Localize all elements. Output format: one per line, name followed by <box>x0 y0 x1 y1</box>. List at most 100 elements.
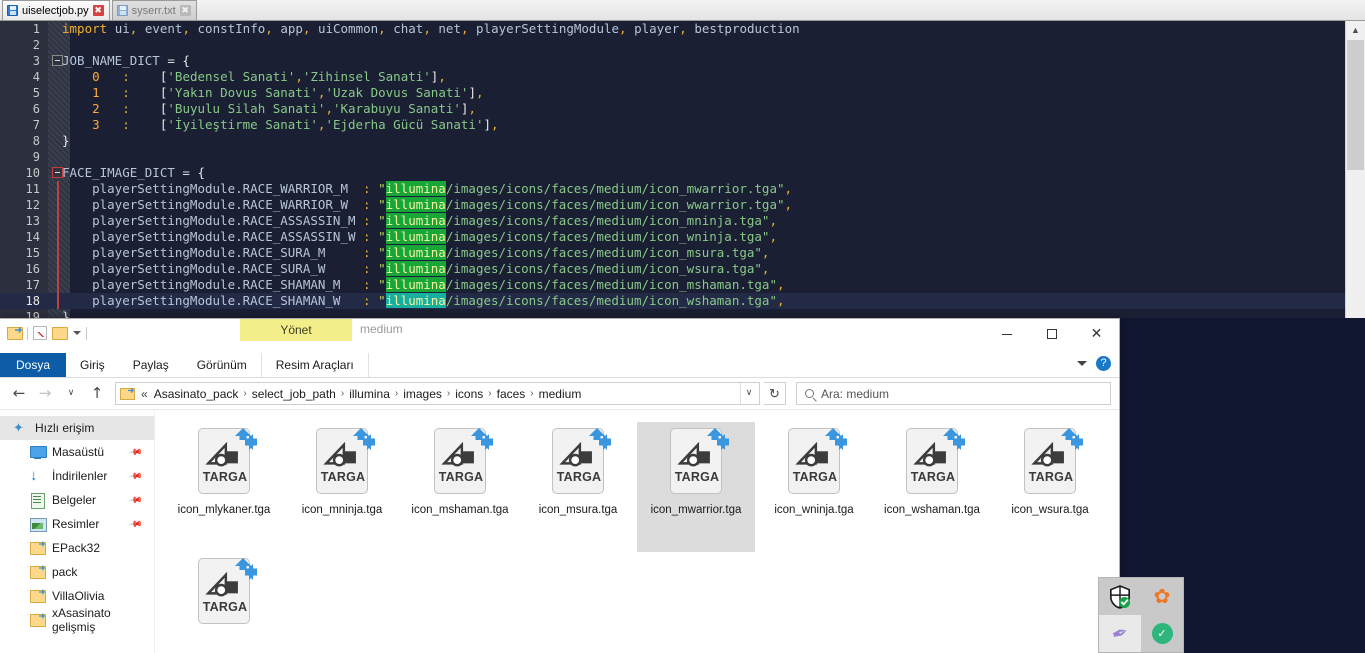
folder-icon[interactable] <box>52 326 68 340</box>
breadcrumb-separator: › <box>530 388 534 399</box>
code-text: 3 : ['İyileştirme Sanati', 'Ejderha Gücü … <box>62 117 498 133</box>
code-token: " <box>370 277 386 292</box>
code-token: : <box>363 261 371 276</box>
avast-icon[interactable]: ✿ <box>1141 578 1183 615</box>
close-icon[interactable]: ✖ <box>179 5 191 16</box>
code-token: playerSettingModule.RACE_SURA_M <box>62 245 364 260</box>
toolbar-divider <box>86 326 87 340</box>
editor-tab[interactable]: uiselectjob.py ✖ <box>2 0 110 20</box>
minimize-icon <box>1001 333 1012 335</box>
file-item[interactable]: TARGA icon_msura.tga <box>519 422 637 552</box>
code-token: : <box>363 277 371 292</box>
breadcrumb-item[interactable]: select_job_path <box>249 387 339 401</box>
chevron-down-icon: ∨ <box>67 388 75 398</box>
sidebar-item-xasasinato-gelişmiş[interactable]: xAsasinato gelişmiş <box>0 606 154 634</box>
file-item[interactable]: TARGA icon_mshaman.tga <box>401 422 519 552</box>
code-text: playerSettingModule.RACE_SURA_M : "illum… <box>62 245 769 261</box>
code-text: 2 : ['Buyulu Silah Sanati','Karabuyu San… <box>62 101 476 117</box>
file-item[interactable]: TARGA <box>165 552 283 653</box>
highlighted-token: illumina <box>385 181 446 196</box>
close-icon[interactable]: ✖ <box>92 5 104 16</box>
file-item[interactable]: TARGA icon_wninja.tga <box>755 422 873 552</box>
sidebar-item-i̇ndirilenler[interactable]: ↓ İndirilenler 📌 <box>0 464 154 488</box>
breadcrumb-separator: › <box>243 388 247 399</box>
scroll-up-arrow-icon[interactable]: ▲ <box>1346 21 1365 39</box>
breadcrumb-item[interactable]: icons <box>452 387 486 401</box>
breadcrumb-item[interactable]: faces <box>494 387 529 401</box>
file-item[interactable]: TARGA icon_mwarrior.tga <box>637 422 755 552</box>
file-item[interactable]: TARGA icon_wshaman.tga <box>873 422 991 552</box>
ribbon-tab-dosya[interactable]: Dosya <box>0 353 67 377</box>
up-button[interactable]: ↑ <box>86 383 108 405</box>
maximize-button[interactable] <box>1029 319 1074 349</box>
pin-icon[interactable]: 📌 <box>128 444 143 460</box>
refresh-button[interactable]: ↻ <box>764 382 786 405</box>
new-folder-icon[interactable] <box>7 326 23 340</box>
address-dropdown-button[interactable]: ∨ <box>740 383 757 404</box>
navigation-bar: ← → ∨ ↑ « Asasinato_pack › select_job_path… <box>0 378 1119 410</box>
check-glyph: ✓ <box>1151 623 1173 644</box>
maximize-icon <box>1046 329 1057 339</box>
search-input[interactable]: Ara: medium <box>796 382 1111 405</box>
targa-file-icon: TARGA <box>545 428 611 500</box>
file-explorer-window: Yönet medium ✕ Dosya Giriş Paylaş Görünüm Re… <box>0 318 1120 653</box>
recent-locations-button[interactable]: ∨ <box>60 383 82 405</box>
ribbon-tab-resim-araçları[interactable]: Resim Araçları <box>260 353 369 377</box>
breadcrumb-item[interactable]: illumina <box>346 387 393 401</box>
forward-button[interactable]: → <box>34 383 56 405</box>
minimize-button[interactable] <box>984 319 1029 349</box>
chevron-down-icon[interactable] <box>73 331 81 335</box>
forward-arrow-icon: → <box>38 384 52 402</box>
line-number: 16 <box>25 262 40 276</box>
editor-vertical-scrollbar[interactable]: ▲ <box>1345 21 1365 318</box>
sidebar-item-pack[interactable]: pack <box>0 560 154 584</box>
close-button[interactable]: ✕ <box>1074 319 1119 349</box>
code-text-area[interactable]: 1 import ui, event, constInfo, app, uiCom… <box>0 21 1345 318</box>
code-token: playerSettingModule.RACE_ASSASSIN_M <box>62 213 364 228</box>
ribbon-tab-görünüm[interactable]: Görünüm <box>183 353 261 377</box>
code-text: 0 : ['Bedensel Sanati','Zihinsel Sanati'… <box>62 69 446 85</box>
explorer-title-bar[interactable]: Yönet medium ✕ <box>0 319 1119 353</box>
code-token: : <box>122 85 130 100</box>
pin-icon[interactable]: 📌 <box>128 468 143 484</box>
sidebar-item-villaolivia[interactable]: VillaOlivia <box>0 584 154 608</box>
green-check-icon[interactable]: ✓ <box>1141 615 1183 652</box>
code-token: { <box>197 165 205 180</box>
code-token: 'Ejderha Gücü Sanati' <box>325 117 484 132</box>
breadcrumb-item[interactable]: images <box>400 387 445 401</box>
help-icon[interactable]: ? <box>1096 356 1111 371</box>
ribbon-tab-paylaş[interactable]: Paylaş <box>119 353 183 377</box>
feather-icon[interactable]: ✒ <box>1099 615 1141 652</box>
security-shield-icon[interactable] <box>1099 578 1141 615</box>
contextual-tab-title[interactable]: Yönet <box>240 319 352 341</box>
scrollbar-thumb[interactable] <box>1347 40 1364 170</box>
address-bar[interactable]: « Asasinato_pack › select_job_path › illumin… <box>115 382 760 405</box>
file-item[interactable]: TARGA icon_wsura.tga <box>991 422 1109 552</box>
ribbon-tab-giriş[interactable]: Giriş <box>66 353 119 377</box>
breadcrumb-overflow[interactable]: « <box>138 387 151 401</box>
file-item[interactable]: TARGA icon_mlykaner.tga <box>165 422 283 552</box>
pin-icon[interactable]: 📌 <box>128 492 143 508</box>
breadcrumb-item[interactable]: Asasinato_pack <box>151 387 242 401</box>
sidebar-item-hızlı-erişim[interactable]: ✦ Hızlı erişim <box>0 416 154 440</box>
sidebar-item-resimler[interactable]: Resimler 📌 <box>0 512 154 536</box>
code-token: , <box>769 229 777 244</box>
code-token: , <box>761 261 770 276</box>
chevron-down-icon[interactable] <box>1077 361 1087 366</box>
refresh-icon: ↻ <box>769 385 780 401</box>
back-button[interactable]: ← <box>8 383 30 405</box>
file-item[interactable]: TARGA icon_mninja.tga <box>283 422 401 552</box>
sidebar-item-belgeler[interactable]: Belgeler 📌 <box>0 488 154 512</box>
code-token: , <box>784 181 793 196</box>
pin-icon[interactable]: 📌 <box>128 516 143 532</box>
file-type-label: TARGA <box>792 470 838 484</box>
sidebar-item-epack32[interactable]: EPack32 <box>0 536 154 560</box>
editor-tab[interactable]: syserr.txt ✖ <box>111 0 197 20</box>
sidebar-item-masaüstü[interactable]: Masaüstü 📌 <box>0 440 154 464</box>
properties-icon[interactable] <box>33 326 47 340</box>
code-line: 15 playerSettingModule.RACE_SURA_M : "il… <box>0 245 1345 261</box>
code-token: playerSettingModule.RACE_SURA_W <box>62 261 364 276</box>
file-list-pane[interactable]: TARGA icon_mlykaner.tga TARGA icon_mninja.t… <box>155 410 1119 653</box>
code-token: 'Uzak Dovus Sanati' <box>325 85 469 100</box>
breadcrumb-item[interactable]: medium <box>536 387 585 401</box>
